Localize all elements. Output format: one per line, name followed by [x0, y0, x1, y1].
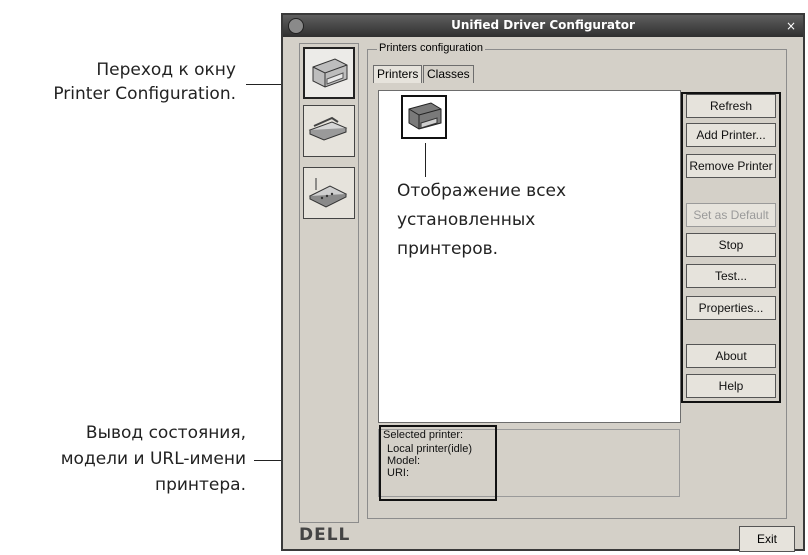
- callout-line-3: принтера.: [154, 475, 246, 495]
- help-button[interactable]: Help: [686, 374, 776, 398]
- printer-device-icon: [408, 102, 442, 130]
- printer-icon: [312, 58, 348, 88]
- callout-printer-config: Переход к окну Printer Configuration.: [0, 58, 236, 106]
- annotation-line-1: Отображение всех: [397, 181, 567, 201]
- scanners-config-button[interactable]: [303, 105, 355, 157]
- annotation-all-printers: Отображение всех установленных принтеров…: [397, 177, 566, 264]
- annotation-line-2: установленных: [397, 210, 536, 230]
- printer-list-item[interactable]: [401, 95, 447, 139]
- add-printer-button[interactable]: Add Printer...: [686, 123, 776, 147]
- title-bar: Unified Driver Configurator ×: [283, 15, 803, 37]
- callout-line-1: Вывод состояния,: [85, 423, 246, 443]
- callout-line-2: модели и URL-имени: [60, 449, 246, 469]
- window-title: Unified Driver Configurator: [451, 18, 635, 32]
- group-label: Printers configuration: [377, 42, 485, 54]
- refresh-button[interactable]: Refresh: [686, 94, 776, 118]
- callout-line-2: Printer Configuration.: [53, 84, 236, 104]
- test-button[interactable]: Test...: [686, 264, 776, 288]
- dell-logo: DELL: [299, 525, 351, 545]
- port-icon: [308, 178, 348, 208]
- annotation-connector: [425, 143, 426, 177]
- annotation-line-3: принтеров.: [397, 239, 499, 259]
- properties-button[interactable]: Properties...: [686, 296, 776, 320]
- selected-printer-name: Local printer(idle): [387, 443, 472, 455]
- close-icon[interactable]: ×: [783, 18, 799, 34]
- ports-config-button[interactable]: [303, 167, 355, 219]
- set-default-button[interactable]: Set as Default: [686, 203, 776, 227]
- about-button[interactable]: About: [686, 344, 776, 368]
- stop-button[interactable]: Stop: [686, 233, 776, 257]
- callout-status-info: Вывод состояния, модели и URL-имени прин…: [0, 420, 246, 498]
- remove-printer-button[interactable]: Remove Printer: [686, 154, 776, 178]
- selected-printer-heading: Selected printer:: [383, 429, 464, 441]
- selected-printer-uri: URI:: [387, 467, 409, 479]
- printer-list[interactable]: Отображение всех установленных принтеров…: [378, 90, 681, 423]
- tab-classes[interactable]: Classes: [423, 65, 474, 83]
- tab-printers[interactable]: Printers: [373, 65, 423, 83]
- printers-config-button[interactable]: [303, 47, 355, 99]
- unified-driver-configurator-window: Unified Driver Configurator × Printers c…: [281, 13, 805, 552]
- callout-line-1: Переход к окну: [96, 60, 236, 80]
- scanner-icon: [308, 116, 348, 141]
- selected-printer-model: Model:: [387, 455, 421, 467]
- exit-button[interactable]: Exit: [739, 526, 795, 552]
